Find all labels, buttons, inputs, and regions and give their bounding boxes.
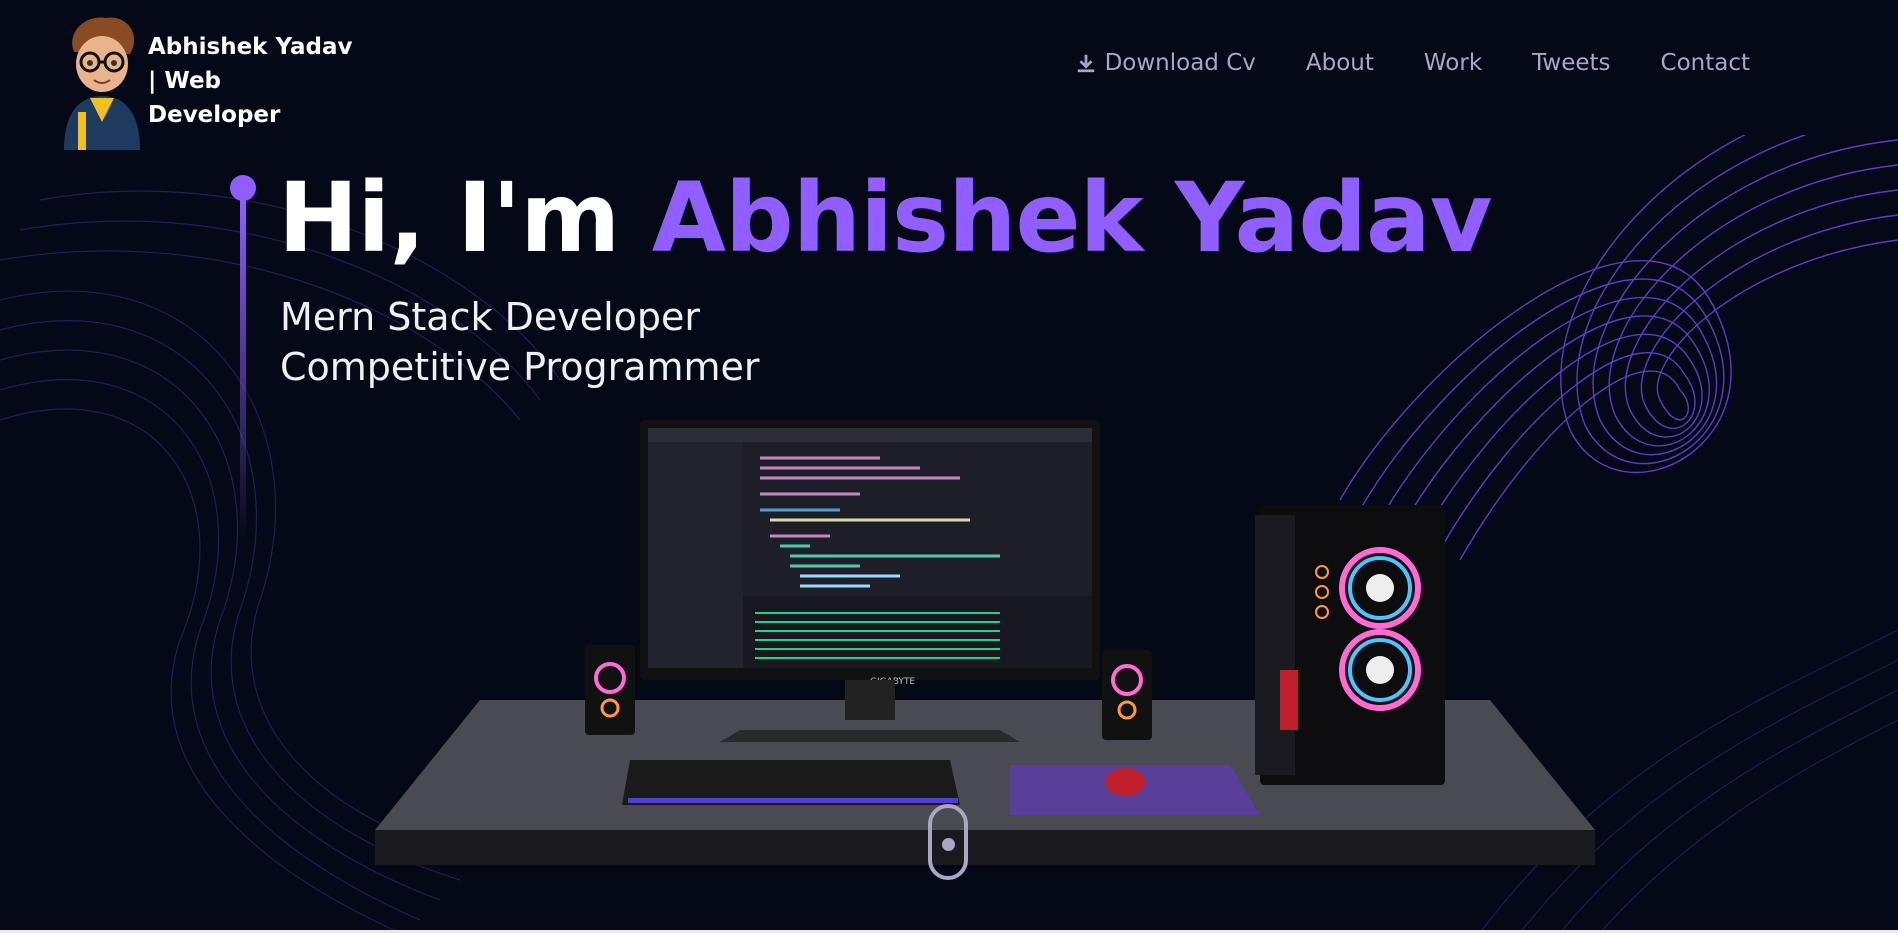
hero-title: Hi, I'm Abhishek Yadav (278, 162, 1493, 274)
hero-greeting: Hi, I'm (278, 162, 652, 274)
hero-name: Abhishek Yadav (651, 162, 1493, 274)
nav-download-cv-label: Download Cv (1104, 50, 1256, 76)
timeline-rail (240, 200, 246, 540)
mouse (1105, 768, 1145, 796)
desk-edge (375, 830, 1595, 865)
hero-subtitle: Mern Stack Developer Competitive Program… (280, 292, 760, 392)
scroll-down-button[interactable] (928, 804, 968, 880)
brand-title-line: | Web Developer (148, 68, 281, 128)
brand-logo-link[interactable]: Abhishek Yadav | Web Developer (56, 12, 358, 150)
nav-about[interactable]: About (1306, 50, 1374, 76)
3d-computer-desk-scene[interactable]: GIGABYTE (360, 410, 1600, 910)
developer-avatar-image (64, 17, 140, 150)
hero-subtitle-skill: Competitive Programmer (280, 345, 760, 389)
nav-download-cv[interactable]: Download Cv (1075, 50, 1256, 76)
timeline-dot (230, 175, 256, 201)
brand-name-line: Abhishek Yadav (148, 34, 353, 60)
nav-work[interactable]: Work (1424, 50, 1482, 76)
scroll-indicator-dot (942, 838, 955, 851)
site-header: Abhishek Yadav | Web Developer Download … (0, 0, 1898, 150)
nav-contact[interactable]: Contact (1661, 50, 1750, 76)
brand-name: Abhishek Yadav | Web Developer (148, 30, 358, 132)
nav-tweets[interactable]: Tweets (1532, 50, 1610, 76)
hero-subtitle-role: Mern Stack Developer (280, 295, 701, 339)
download-icon (1077, 54, 1094, 73)
main-nav: Download Cv About Work Tweets Contact (1075, 50, 1750, 76)
